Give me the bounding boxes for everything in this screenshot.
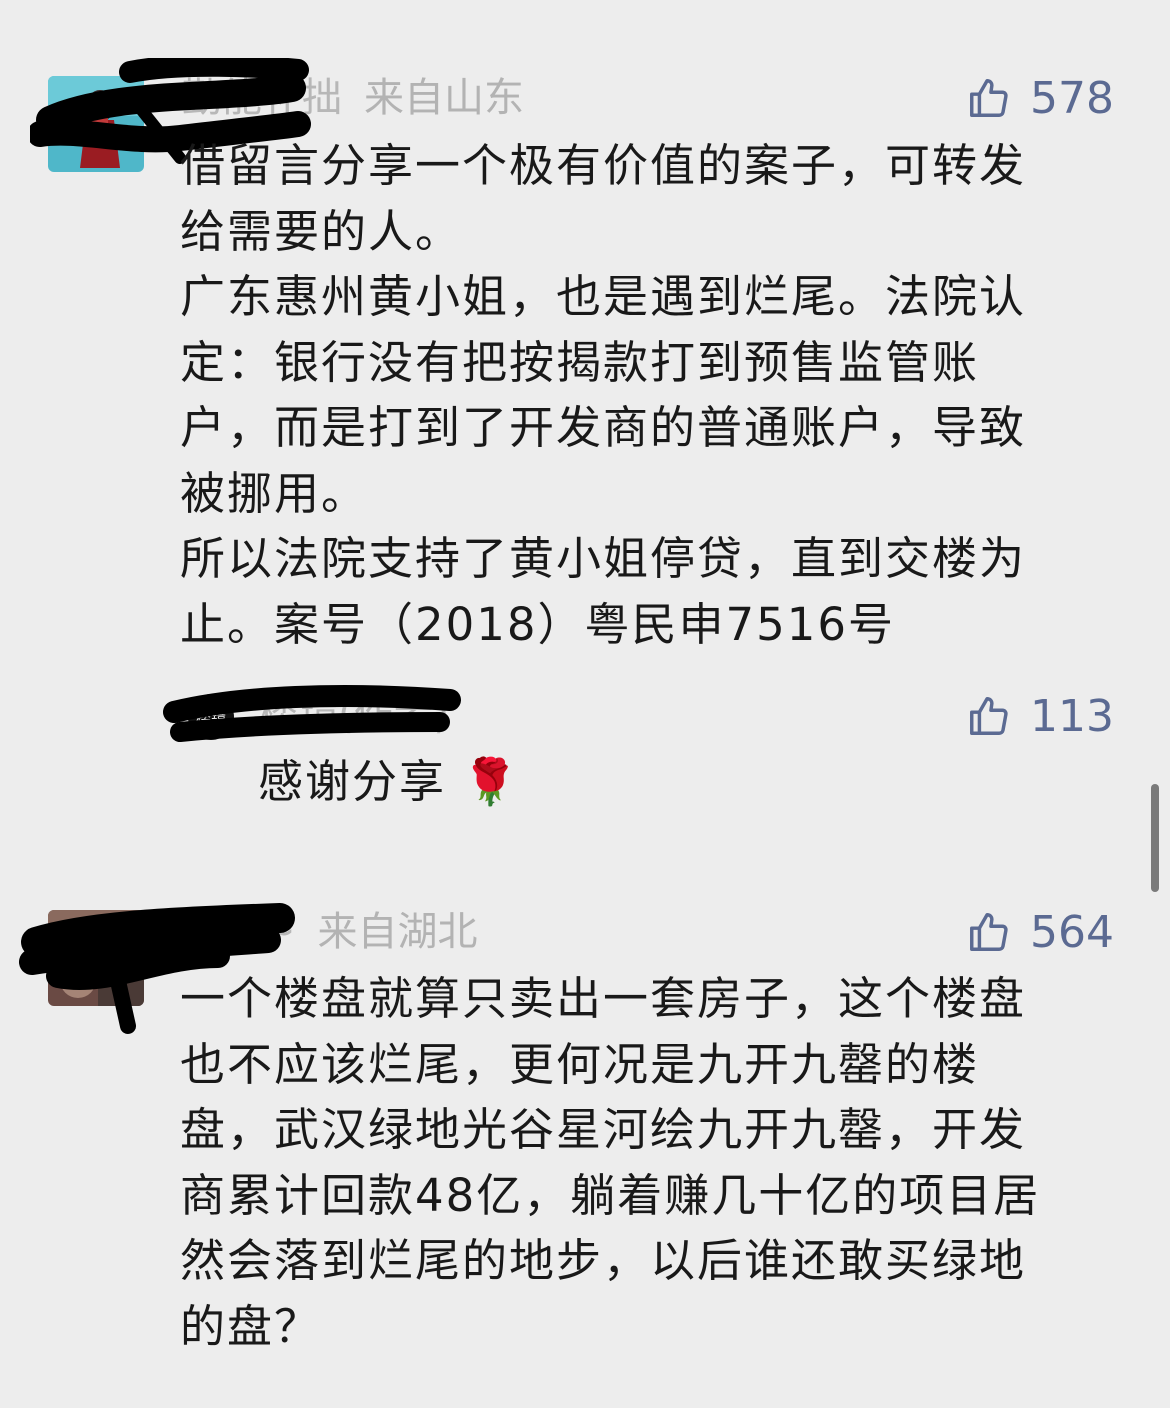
location-label: 来自山东 (364, 75, 524, 121)
comment-body: 一个楼盘就算只卖出一套房子，这个楼盘 也不应该烂尾，更何况是九开九罄的楼 盘，武… (180, 966, 1110, 1359)
like-button[interactable]: 113 (966, 688, 1114, 744)
comment-line: 止。案号（2018）粤民申7516号 (180, 597, 896, 651)
user-avatar[interactable] (48, 910, 144, 1006)
location-label: 来自湖北 (317, 909, 478, 955)
rose-emoji-icon: 🌹 (462, 755, 521, 808)
thumbs-up-icon (970, 79, 1008, 117)
comment-line: 所以法院支持了黄小姐停贷，直到交楼为 (180, 532, 1027, 585)
comment-line: 被挪用。 (180, 466, 369, 520)
like-count: 564 (1030, 906, 1114, 958)
thumbs-up-icon (970, 913, 1008, 951)
thumbs-up-icon (970, 697, 1008, 735)
like-count: 113 (1030, 690, 1114, 742)
comment-line: 然会落到烂尾的地步，以后谁还敢买绿地 (180, 1234, 1027, 1287)
reply-text: 感谢分享 (258, 755, 447, 808)
user-avatar[interactable] (48, 76, 144, 172)
comment-line: 商累计回款48亿，躺着赚几十亿的项目居 (180, 1168, 1041, 1222)
reply-body: 感谢分享 🌹 (258, 752, 520, 812)
comment-line: 的盘？ (180, 1299, 322, 1353)
comment-line: 户，而是打到了开发商的普通账户，导致 (180, 401, 1027, 454)
nickname[interactable]: 勤能补拙 (182, 73, 342, 123)
comment-meta: 安格~ 来自湖北 (182, 907, 478, 957)
comment-meta: 勤能补拙 来自山东 (182, 73, 524, 123)
comment-line: 给需要的人。 (180, 204, 463, 258)
comment-line: 定：银行没有把按揭款打到预售监管账 (180, 335, 980, 389)
comment-line: 盘，武汉绿地光谷星河绘九开九罄，开发 (180, 1103, 1027, 1156)
comment-line: 借留言分享一个极有价值的案子，可转发 (180, 139, 1027, 192)
reply-author[interactable]: 楼镜(作者) (258, 690, 449, 740)
like-button[interactable]: 564 (966, 904, 1114, 960)
like-count: 578 (1030, 72, 1114, 124)
like-button[interactable]: 578 (966, 70, 1114, 126)
comment-line: 一个楼盘就算只卖出一套房子，这个楼盘 (180, 972, 1027, 1025)
comment-line: 广东惠州黄小姐，也是遇到烂尾。法院认 (180, 270, 1027, 323)
comment-line: 也不应该烂尾，更何况是九开九罄的楼 (180, 1037, 980, 1091)
nickname[interactable]: 安格~ (182, 907, 296, 957)
reply-meta: 楼镜(作者) (258, 690, 449, 740)
scrollbar[interactable] (1151, 784, 1159, 892)
author-avatar[interactable]: 楼镜 (188, 694, 234, 740)
comment-body: 借留言分享一个极有价值的案子，可转发 给需要的人。 广东惠州黄小姐，也是遇到烂尾… (180, 133, 1110, 657)
